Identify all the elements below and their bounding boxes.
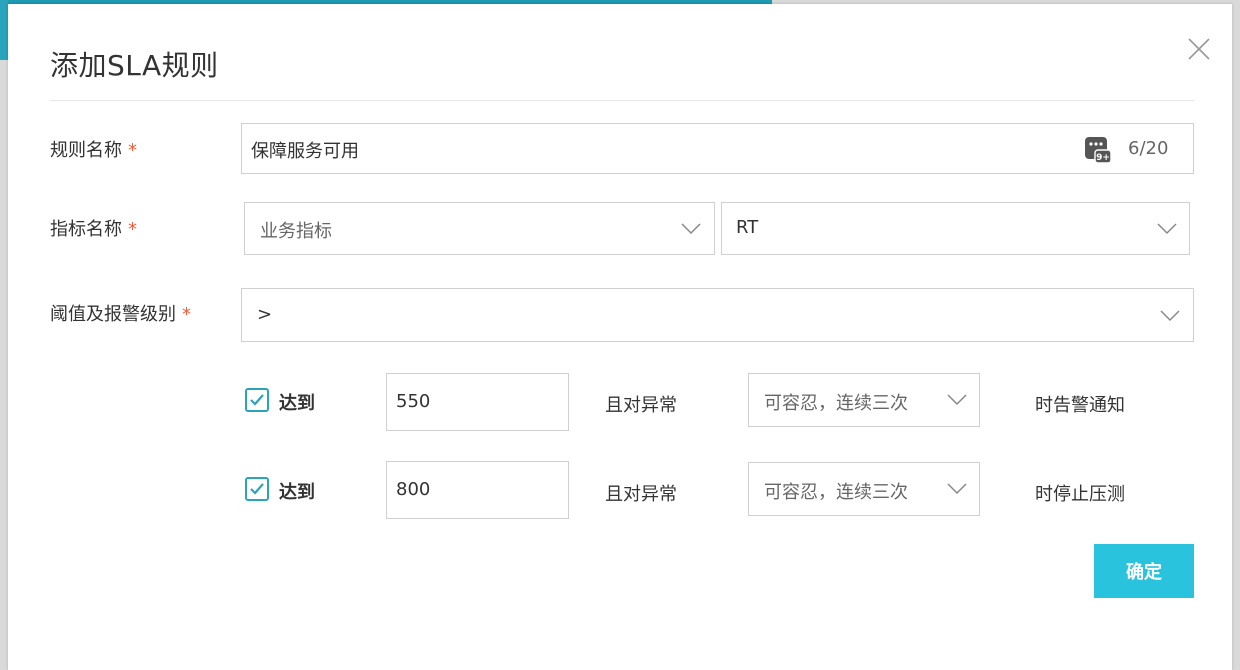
chevron-down-icon — [947, 394, 967, 406]
condition-2-action-label: 时停止压测 — [1035, 484, 1125, 505]
svg-text:9+: 9+ — [1096, 153, 1110, 163]
condition-2-reach-label: 达到 — [279, 482, 315, 503]
condition-2-and-label: 且对异常 — [605, 484, 677, 505]
rule-name-label: 规则名称 * — [50, 136, 137, 162]
required-mark: * — [128, 140, 137, 161]
rule-name-label-text: 规则名称 — [50, 140, 122, 161]
condition-1-and-label: 且对异常 — [605, 395, 677, 416]
autofill-9plus-icon[interactable]: 9+ — [1083, 135, 1113, 165]
chevron-down-icon — [947, 483, 967, 495]
metric-name-label-text: 指标名称 — [50, 219, 122, 240]
rule-name-counter: 6/20 — [1128, 138, 1169, 159]
metric-category-placeholder: 业务指标 — [260, 221, 332, 242]
chevron-down-icon — [681, 223, 701, 235]
metric-select[interactable]: RT — [721, 202, 1190, 255]
dialog-title: 添加SLA规则 — [50, 49, 219, 82]
condition-1-value-input[interactable]: 550 — [386, 373, 569, 431]
condition-1-action-label: 时告警通知 — [1035, 395, 1125, 416]
rule-name-value: 保障服务可用 — [251, 141, 359, 162]
chevron-down-icon — [1157, 223, 1177, 235]
checkmark-icon — [250, 394, 264, 406]
condition-2-value-input[interactable]: 800 — [386, 461, 569, 519]
title-divider — [50, 100, 1194, 101]
condition-2-value: 800 — [396, 479, 431, 500]
threshold-operator-select[interactable]: > — [241, 288, 1194, 342]
checkmark-icon — [250, 483, 264, 495]
chevron-down-icon — [1160, 310, 1180, 322]
confirm-button[interactable]: 确定 — [1094, 544, 1194, 598]
threshold-operator-value: > — [257, 304, 273, 325]
metric-name-label: 指标名称 * — [50, 215, 137, 241]
threshold-label: 阈值及报警级别 * — [50, 300, 191, 326]
condition-2-tolerance-value: 可容忍，连续三次 — [764, 482, 908, 503]
required-mark: * — [128, 219, 137, 240]
condition-1-tolerance-select[interactable]: 可容忍，连续三次 — [748, 373, 980, 427]
condition-1-value: 550 — [396, 391, 431, 412]
add-sla-rule-dialog: 添加SLA规则 规则名称 * 保障服务可用 9+ 6/20 指标名称 * 业务指标 … — [8, 4, 1232, 670]
condition-2-tolerance-select[interactable]: 可容忍，连续三次 — [748, 462, 980, 516]
metric-value: RT — [736, 217, 759, 238]
condition-2-checkbox[interactable] — [245, 477, 269, 501]
condition-1-checkbox[interactable] — [245, 388, 269, 412]
close-icon[interactable] — [1184, 34, 1214, 64]
background-sidebar-strip — [0, 0, 8, 60]
metric-category-select[interactable]: 业务指标 — [244, 202, 715, 255]
rule-name-input[interactable]: 保障服务可用 — [241, 123, 1194, 174]
condition-1-tolerance-value: 可容忍，连续三次 — [764, 393, 908, 414]
required-mark: * — [182, 304, 191, 325]
condition-1-reach-label: 达到 — [279, 393, 315, 414]
threshold-label-text: 阈值及报警级别 — [50, 304, 176, 325]
